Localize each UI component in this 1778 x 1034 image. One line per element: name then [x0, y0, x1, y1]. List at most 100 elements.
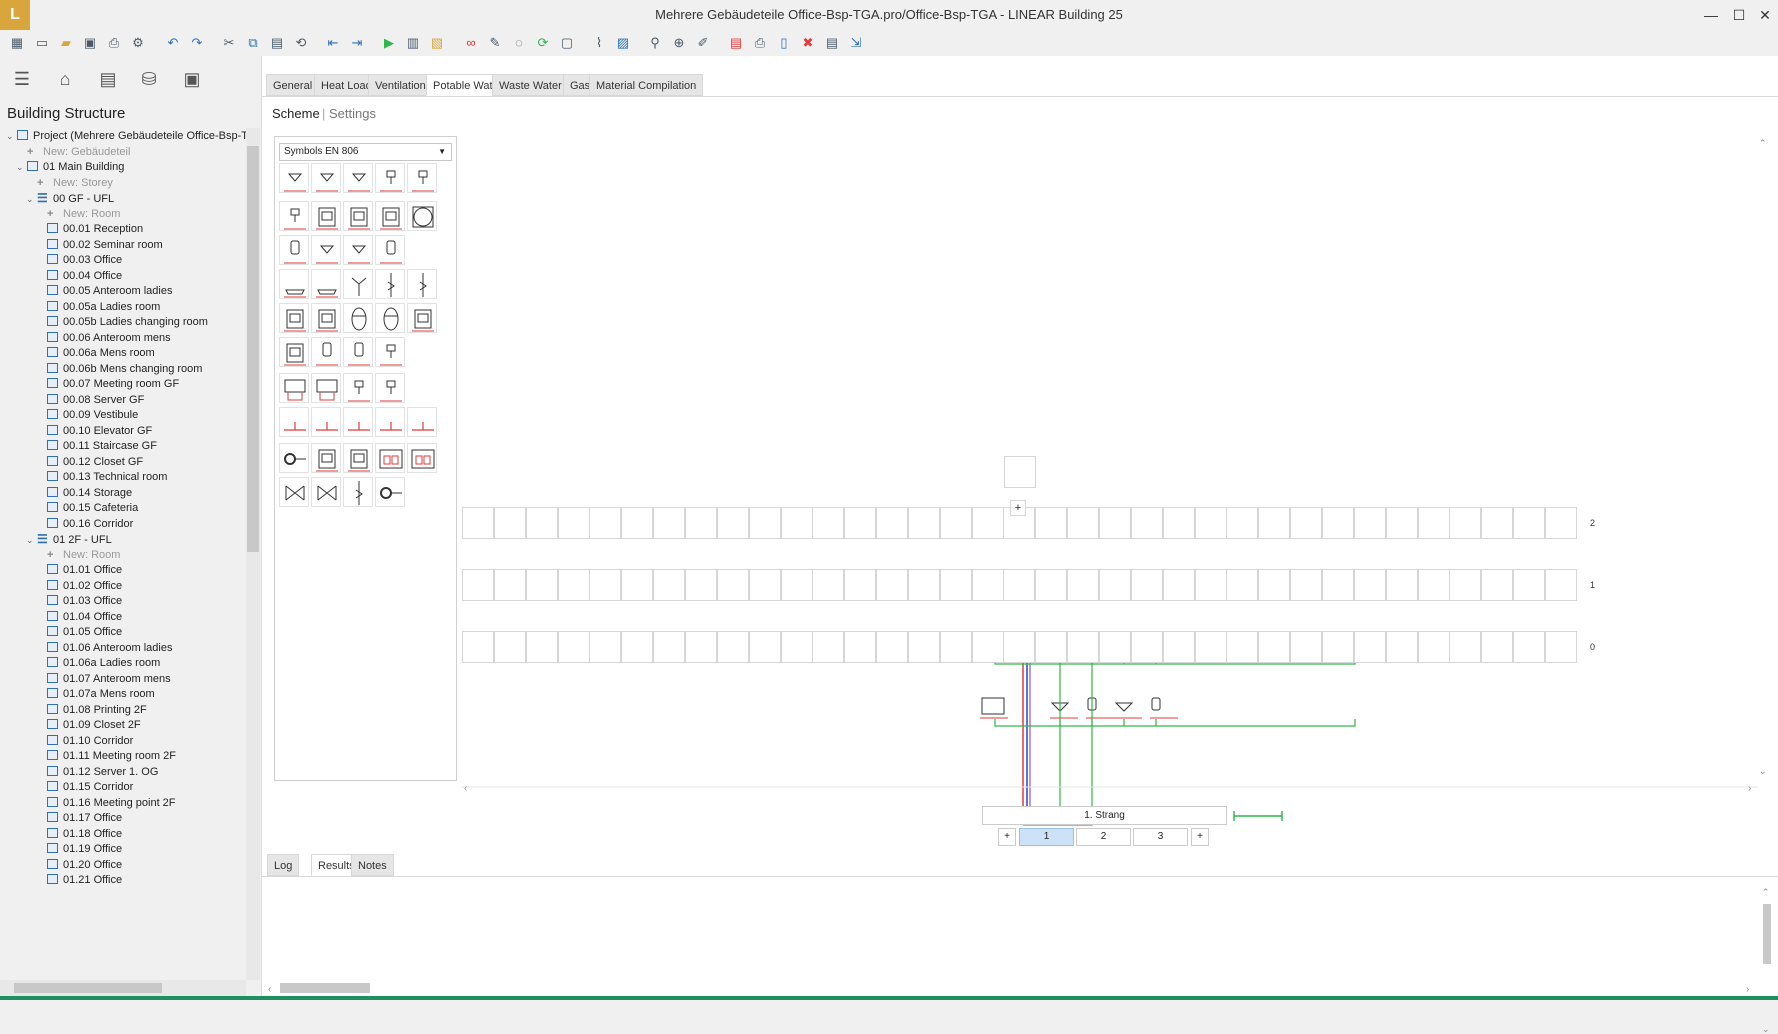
- scheme-cell[interactable]: [1258, 631, 1291, 663]
- palette-symbol[interactable]: [407, 163, 437, 193]
- tree-item-room[interactable]: 00.02 Seminar room: [36, 237, 163, 254]
- palette-symbol[interactable]: [311, 163, 341, 193]
- scheme-canvas[interactable]: 2 1 0 +: [462, 136, 1778, 856]
- pick-icon[interactable]: ✐: [694, 34, 712, 52]
- tab-log[interactable]: Log: [267, 854, 300, 876]
- results-vertical-scrollbar[interactable]: ⌃ ⌄: [1760, 886, 1774, 1034]
- scheme-cell[interactable]: [907, 507, 940, 539]
- list-icon[interactable]: ▤: [94, 66, 122, 92]
- undo-icon[interactable]: ↶: [164, 34, 182, 52]
- scheme-cell[interactable]: [1003, 569, 1036, 601]
- palette-symbol[interactable]: [279, 235, 309, 265]
- page-tab-1[interactable]: 1: [1019, 828, 1074, 846]
- palette-symbol[interactable]: [343, 201, 373, 231]
- scheme-cell[interactable]: [462, 569, 494, 601]
- edit-icon[interactable]: ✎: [486, 34, 504, 52]
- scheme-cell[interactable]: [780, 631, 813, 663]
- palette-symbol[interactable]: [343, 163, 373, 193]
- scheme-cell[interactable]: [1226, 569, 1259, 601]
- palette-symbol[interactable]: [375, 235, 405, 265]
- scheme-cell[interactable]: [621, 569, 654, 601]
- scheme-cell[interactable]: [1321, 631, 1354, 663]
- scheme-cell[interactable]: [1481, 507, 1514, 539]
- tree-item-room[interactable]: 01.09 Closet 2F: [36, 717, 141, 734]
- scheme-cell[interactable]: [1099, 507, 1131, 539]
- scheme-cell[interactable]: [844, 507, 877, 539]
- export-icon[interactable]: ⇥: [348, 34, 366, 52]
- scheme-cell[interactable]: [1385, 569, 1418, 601]
- tree-item-room[interactable]: 01.21 Office: [36, 872, 122, 889]
- scheme-cell[interactable]: [1162, 569, 1195, 601]
- tree-item-room[interactable]: 01.07 Anteroom mens: [36, 671, 171, 688]
- palette-symbol[interactable]: [343, 407, 373, 437]
- palette-symbol[interactable]: [279, 443, 309, 473]
- palette-symbol[interactable]: [279, 373, 309, 403]
- scheme-cell[interactable]: [1513, 631, 1546, 663]
- scheme-cell[interactable]: [971, 631, 1004, 663]
- tree-item-room[interactable]: 00.08 Server GF: [36, 392, 144, 409]
- scheme-cell[interactable]: [1544, 569, 1577, 601]
- scheme-cell[interactable]: [1258, 569, 1291, 601]
- scheme-cell[interactable]: [1067, 507, 1100, 539]
- scheme-cell[interactable]: [462, 507, 494, 539]
- scheme-cell[interactable]: [1099, 631, 1131, 663]
- building-icon[interactable]: ⌂: [51, 66, 79, 92]
- tree-item-new[interactable]: + New: Storey: [26, 175, 113, 192]
- measure-icon[interactable]: ⌇: [590, 34, 608, 52]
- tree-item-room[interactable]: 00.16 Corridor: [36, 516, 133, 533]
- tree-item-room[interactable]: 00.12 Closet GF: [36, 454, 143, 471]
- tree-item-room[interactable]: 00.07 Meeting room GF: [36, 376, 179, 393]
- maximize-button[interactable]: ☐: [1726, 4, 1752, 26]
- open-icon[interactable]: ▰: [57, 34, 75, 52]
- palette-symbol[interactable]: [407, 201, 437, 231]
- scheme-cell[interactable]: [812, 507, 845, 539]
- tree-item-room[interactable]: 01.06 Anteroom ladies: [36, 640, 172, 657]
- scheme-cell[interactable]: [1162, 507, 1195, 539]
- scheme-cell[interactable]: [1321, 507, 1354, 539]
- scheme-cell[interactable]: [1194, 569, 1227, 601]
- scheme-cell[interactable]: [844, 569, 877, 601]
- scheme-cell[interactable]: [939, 507, 972, 539]
- scheme-cell[interactable]: [971, 569, 1004, 601]
- scheme-cell[interactable]: [1385, 631, 1418, 663]
- palette-symbol[interactable]: [343, 337, 373, 367]
- tree-item-room[interactable]: 01.07a Mens room: [36, 686, 155, 703]
- scheme-cell[interactable]: [780, 507, 813, 539]
- tree-item-room[interactable]: 01.17 Office: [36, 810, 122, 827]
- tree-item-room[interactable]: 01.10 Corridor: [36, 733, 133, 750]
- palette-symbol[interactable]: [311, 443, 341, 473]
- tree-item-room[interactable]: 01.04 Office: [36, 609, 122, 626]
- scheme-cell[interactable]: [1321, 569, 1354, 601]
- tree-item-room[interactable]: 00.09 Vestibule: [36, 407, 138, 424]
- scheme-cell[interactable]: [684, 507, 717, 539]
- scheme-cell[interactable]: [876, 507, 909, 539]
- tree-item-room[interactable]: 00.05 Anteroom ladies: [36, 283, 172, 300]
- redo-icon[interactable]: ↷: [188, 34, 206, 52]
- scheme-cell[interactable]: [653, 569, 686, 601]
- scheme-cell[interactable]: [1353, 569, 1386, 601]
- tree-item-room[interactable]: 01.11 Meeting room 2F: [36, 748, 176, 765]
- tree-item-room[interactable]: 01.08 Printing 2F: [36, 702, 147, 719]
- menu-icon[interactable]: ☰: [8, 66, 36, 92]
- scheme-cell[interactable]: [589, 569, 622, 601]
- scheme-cell[interactable]: [1449, 631, 1482, 663]
- scheme-cell[interactable]: [1099, 569, 1131, 601]
- delete-icon[interactable]: ▢: [558, 34, 576, 52]
- scheme-cell[interactable]: [748, 631, 781, 663]
- palette-symbol[interactable]: [375, 477, 405, 507]
- tree-item-building[interactable]: ⌄ 01 Main Building: [16, 159, 124, 176]
- scheme-cell[interactable]: [1194, 631, 1227, 663]
- scheme-cell[interactable]: [1290, 569, 1323, 601]
- palette-symbol[interactable]: [375, 407, 405, 437]
- tree-item-new[interactable]: + New: Room: [36, 547, 120, 564]
- building-tree[interactable]: ⌄ Project (Mehrere Gebäudeteile Office-Bs…: [0, 128, 246, 980]
- palette-symbol[interactable]: [311, 201, 341, 231]
- paste-icon[interactable]: ▤: [268, 34, 286, 52]
- calc-icon[interactable]: ▥: [404, 34, 422, 52]
- scheme-cell[interactable]: [1481, 569, 1514, 601]
- scheme-cell[interactable]: [812, 569, 845, 601]
- doc-icon[interactable]: ✖: [799, 34, 817, 52]
- tree-item-room[interactable]: 00.05b Ladies changing room: [36, 314, 208, 331]
- tree-item-room[interactable]: 01.06a Ladies room: [36, 655, 160, 672]
- add-page-before-button[interactable]: +: [998, 828, 1016, 846]
